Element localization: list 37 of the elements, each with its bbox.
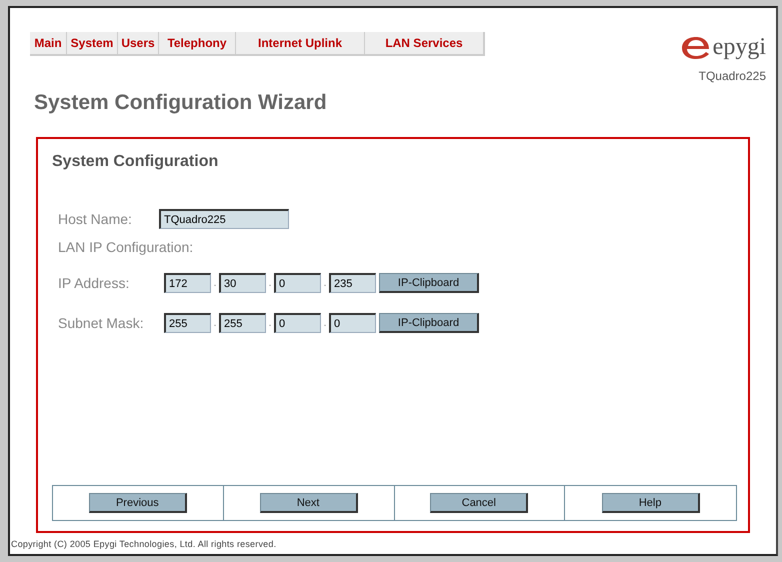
separator-dot: . bbox=[322, 277, 328, 289]
octet-field[interactable]: 255 bbox=[219, 313, 266, 333]
nav-tab[interactable]: Users bbox=[118, 32, 159, 54]
device-model: TQuadro225 bbox=[698, 69, 766, 83]
octet-field[interactable]: 0 bbox=[274, 273, 321, 293]
separator-dot: . bbox=[267, 317, 273, 329]
separator-dot: . bbox=[267, 277, 273, 289]
wizard-button[interactable]: Next bbox=[260, 493, 358, 513]
octet-field[interactable]: 0 bbox=[329, 313, 376, 333]
panel-title: System Configuration bbox=[52, 153, 220, 171]
wizard-button[interactable]: Previous bbox=[88, 493, 187, 513]
octet-field[interactable]: 235 bbox=[329, 273, 376, 293]
separator-dot: . bbox=[212, 277, 218, 289]
octet-field[interactable]: 30 bbox=[219, 273, 266, 293]
logo-icon bbox=[680, 34, 711, 60]
wizard-button[interactable]: Help bbox=[602, 493, 700, 513]
octet-field[interactable]: 172 bbox=[164, 273, 211, 293]
clipboard-button[interactable]: IP-Clipboard bbox=[379, 313, 479, 333]
octet-field[interactable]: 255 bbox=[164, 313, 211, 333]
nav-tab[interactable]: LAN Services bbox=[365, 32, 484, 54]
host-name-field[interactable]: TQuadro225 bbox=[159, 209, 289, 229]
field-label: Subnet Mask: bbox=[58, 315, 145, 331]
wizard-button[interactable]: Cancel bbox=[430, 493, 528, 513]
section-label: LAN IP Configuration: bbox=[58, 239, 194, 255]
copyright-text: Copyright (C) 2005 Epygi Technologies, Ltd. All rights reserved. bbox=[11, 539, 278, 549]
nav-tab[interactable]: Main bbox=[30, 32, 67, 54]
separator-dot: . bbox=[322, 317, 328, 329]
clipboard-button[interactable]: IP-Clipboard bbox=[379, 273, 479, 293]
field-label: IP Address: bbox=[58, 275, 130, 291]
nav-tab[interactable]: System bbox=[67, 32, 118, 54]
nav-tab[interactable]: Telephony bbox=[159, 32, 236, 54]
logo-text: epygi bbox=[712, 34, 766, 61]
octet-field[interactable]: 0 bbox=[274, 313, 321, 333]
nav-tab[interactable]: Internet Uplink bbox=[236, 32, 365, 54]
page-title: System Configuration Wizard bbox=[34, 91, 328, 115]
field-label: Host Name: bbox=[58, 211, 133, 227]
separator-dot: . bbox=[212, 317, 218, 329]
